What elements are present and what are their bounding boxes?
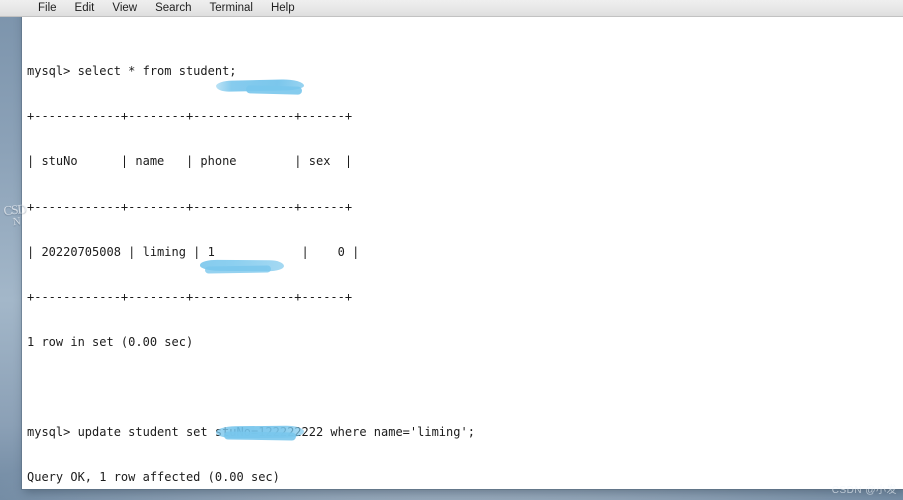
terminal-line: +------------+--------+--------------+--… — [27, 289, 353, 304]
terminal-line: +------------+--------+--------------+--… — [27, 109, 353, 124]
menu-item-help[interactable]: Help — [269, 0, 297, 17]
terminal-output-area[interactable]: mysql> select * from student; +---------… — [22, 17, 903, 489]
terminal-line: mysql> update student set stuNo=12222222… — [27, 425, 475, 440]
terminal-window: mysql> select * from student; +---------… — [22, 0, 903, 489]
table-row: | 20220705008 | liming | 1 | 0 | — [27, 244, 360, 259]
menu-item-search[interactable]: Search — [153, 0, 193, 17]
menu-item-file[interactable]: File — [36, 0, 59, 17]
terminal-line: Query OK, 1 row affected (0.00 sec) — [27, 470, 280, 485]
terminal-line: mysql> select * from student; — [27, 64, 237, 79]
menu-item-terminal[interactable]: Terminal — [208, 0, 255, 17]
menu-item-edit[interactable]: Edit — [73, 0, 97, 17]
terminal-line: 1 row in set (0.00 sec) — [27, 334, 194, 349]
menu-bar: File Edit View Search Terminal Help — [0, 0, 903, 17]
terminal-line: +------------+--------+--------------+--… — [27, 199, 353, 214]
terminal-console: mysql> select * from student; +---------… — [27, 19, 554, 489]
menu-item-view[interactable]: View — [110, 0, 139, 17]
terminal-line: | stuNo | name | phone | sex | — [27, 154, 353, 169]
